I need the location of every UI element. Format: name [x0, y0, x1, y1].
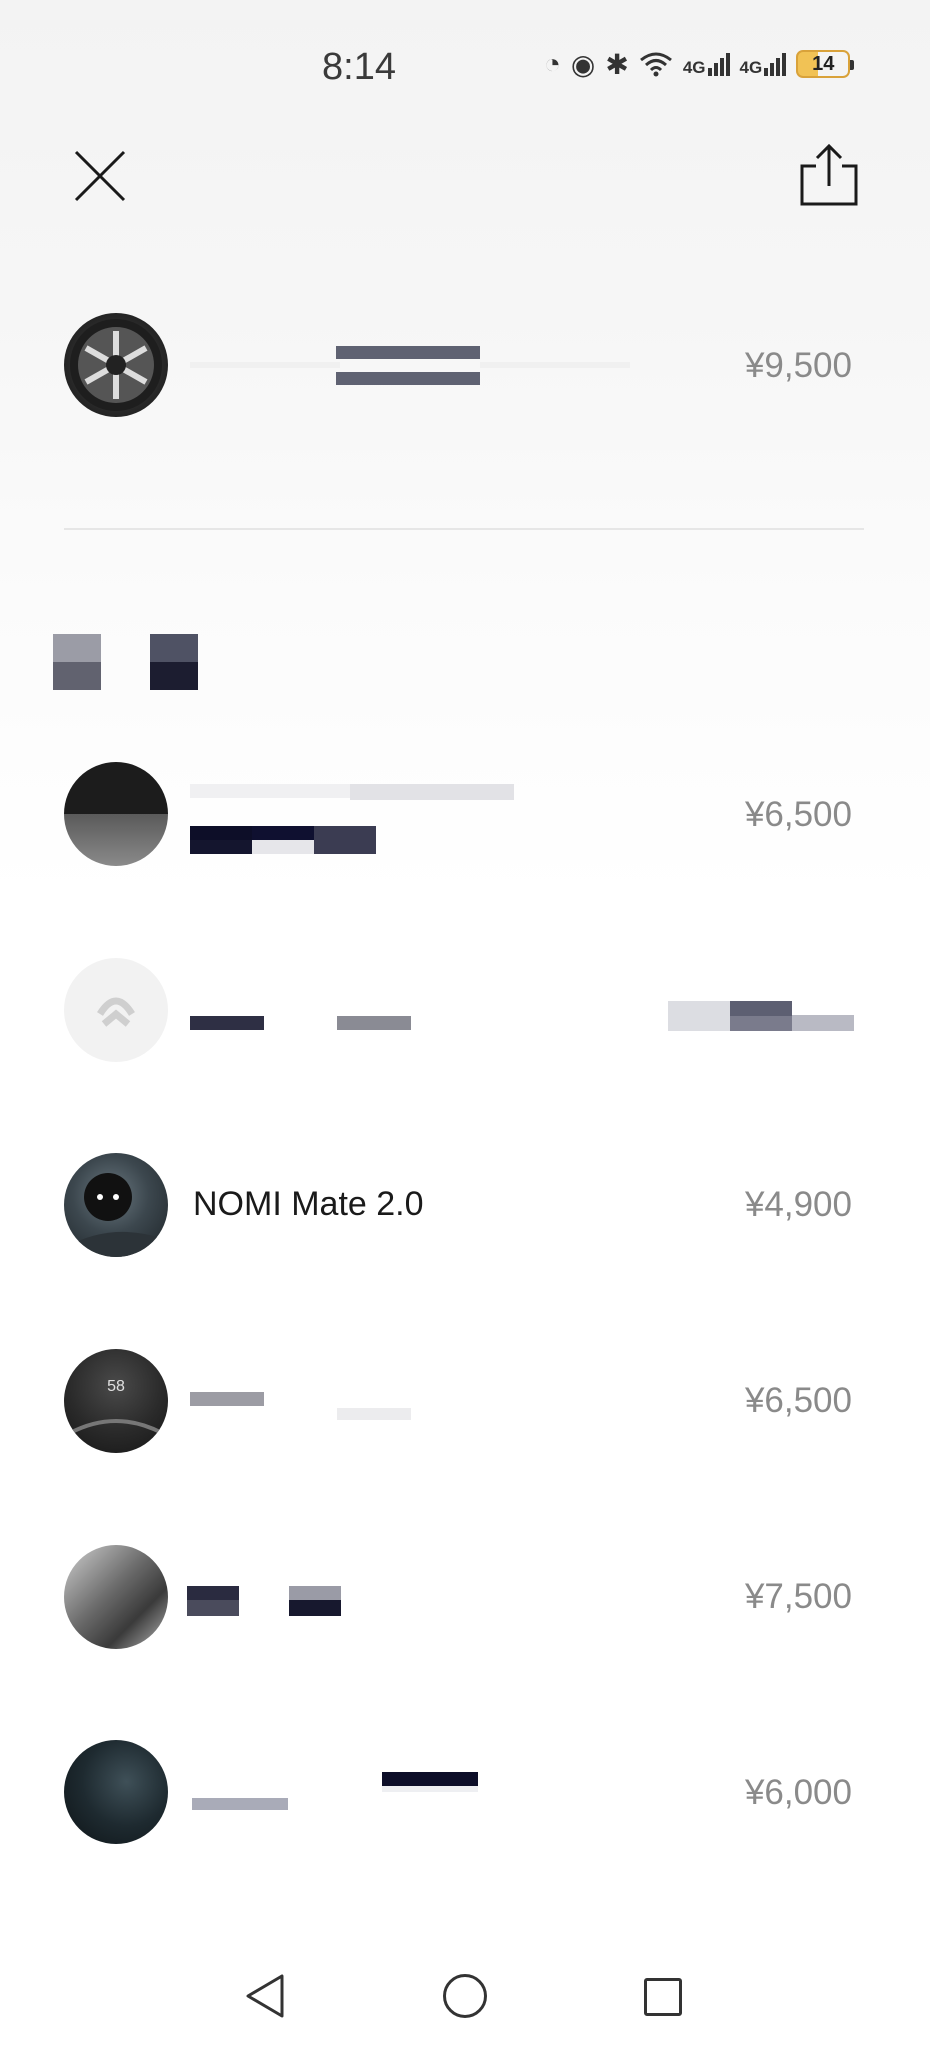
item-title: [190, 340, 630, 390]
bluetooth-icon: ✱: [605, 48, 629, 80]
status-time: 8:14: [322, 46, 396, 88]
item-thumbnail[interactable]: [64, 958, 168, 1062]
share-icon[interactable]: [798, 142, 860, 208]
cellular-signal-icon: 4G: [683, 52, 730, 76]
item-thumbnail[interactable]: [64, 762, 168, 866]
close-icon[interactable]: [72, 148, 128, 204]
recents-icon[interactable]: [644, 1978, 682, 2016]
item-title: [190, 1010, 430, 1030]
section-title: [53, 634, 199, 690]
divider: [64, 528, 864, 530]
item-title: [192, 1770, 482, 1810]
item-price: ¥6,500: [744, 1381, 852, 1420]
cellular-signal-icon: 4G: [740, 52, 787, 76]
wifi-icon: [639, 52, 672, 77]
back-icon[interactable]: [244, 1972, 286, 2020]
dashboard-display-icon: 58: [69, 1378, 163, 1435]
svg-text:58: 58: [107, 1378, 125, 1395]
item-price: ¥4,900: [744, 1185, 852, 1224]
wheel-thumbnail[interactable]: [64, 313, 168, 417]
data-saver-icon: ◔: [544, 48, 561, 79]
home-icon[interactable]: [443, 1974, 487, 2018]
battery-icon: 14: [796, 50, 855, 78]
item-title: [187, 1586, 347, 1618]
item-thumbnail[interactable]: [64, 1545, 168, 1649]
item-price: [668, 1001, 854, 1031]
item-title: [190, 784, 520, 856]
item-title: NOMI Mate 2.0: [193, 1185, 424, 1223]
item-title: [190, 1390, 430, 1420]
eye-icon: ◉: [570, 48, 596, 80]
item-thumbnail[interactable]: 58: [64, 1349, 168, 1453]
item-thumbnail[interactable]: [64, 1153, 168, 1257]
item-thumbnail[interactable]: [64, 1740, 168, 1844]
brand-logo-icon: [97, 997, 135, 1027]
item-price: ¥6,000: [744, 1773, 852, 1812]
wheel-icon: [70, 319, 162, 411]
item-price: ¥6,500: [744, 795, 852, 834]
item-price: ¥7,500: [744, 1577, 852, 1616]
status-icons: ◔ ◉ ✱ 4G 4G 14: [544, 44, 855, 84]
item-price: ¥9,500: [744, 346, 852, 385]
nomi-robot-icon: [64, 1173, 168, 1257]
